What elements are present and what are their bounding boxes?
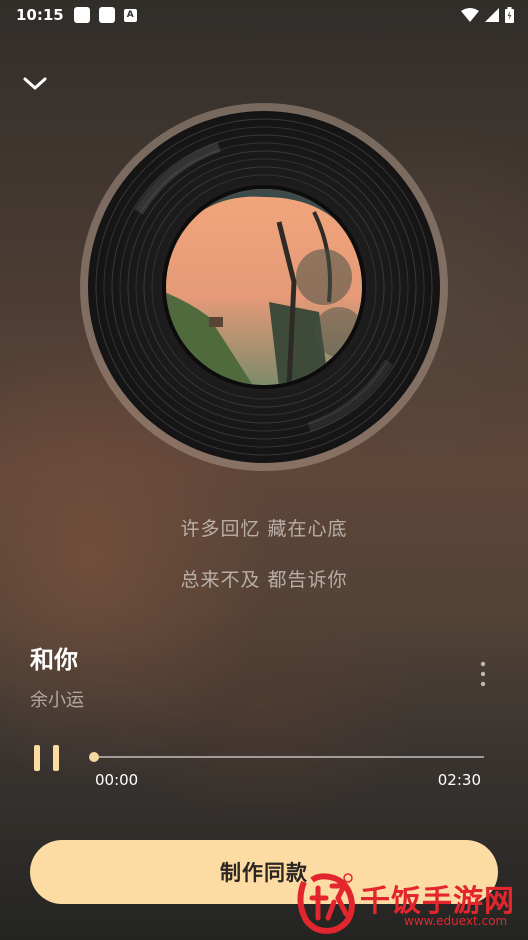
current-time: 00:00 <box>95 771 139 789</box>
song-title: 和你 <box>30 646 78 674</box>
notification-icon <box>73 7 90 23</box>
collapse-button[interactable] <box>20 72 50 96</box>
chevron-down-icon <box>23 77 47 90</box>
total-time: 02:30 <box>437 771 481 789</box>
progress-slider[interactable] <box>89 752 484 762</box>
wifi-icon <box>461 8 479 22</box>
lyric-line: 总来不及 都告诉你 <box>180 569 348 591</box>
pause-icon <box>34 745 59 771</box>
progress-knob[interactable] <box>89 752 99 762</box>
vinyl-record <box>79 102 449 472</box>
accessibility-notification-icon: A <box>123 8 137 22</box>
vinyl-record-graphic <box>80 103 448 471</box>
watermark-logo-icon <box>297 873 356 934</box>
status-bar: 10:15 A <box>0 0 528 30</box>
status-indicators <box>461 7 514 23</box>
more-options-button[interactable] <box>474 660 492 690</box>
site-watermark: 千饭手游网 www.eduext.com <box>294 868 524 936</box>
song-artist[interactable]: 余小运 <box>30 686 84 712</box>
more-vertical-icon <box>480 661 486 687</box>
pause-button[interactable] <box>31 743 63 773</box>
notification-icon <box>98 7 115 23</box>
battery-icon <box>505 7 514 23</box>
lyric-line: 许多回忆 藏在心底 <box>180 518 348 540</box>
watermark-url: www.eduext.com <box>404 914 508 928</box>
signal-icon <box>485 8 499 22</box>
status-time: 10:15 <box>16 6 64 24</box>
